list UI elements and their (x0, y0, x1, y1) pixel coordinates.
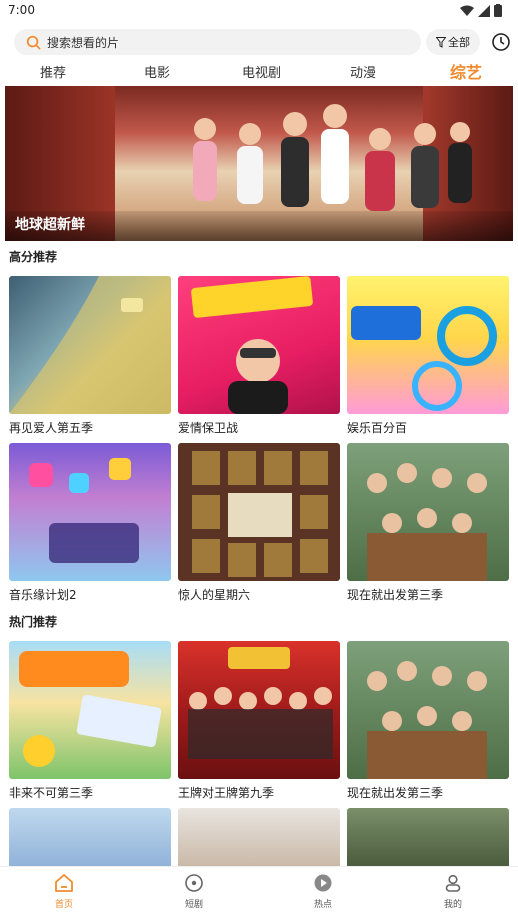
tab-movie[interactable]: 电影 (144, 62, 170, 81)
video-card-partial[interactable] (347, 808, 509, 868)
nav-profile-label: 我的 (443, 900, 462, 910)
status-bar: 7:00 (0, 0, 518, 24)
video-card[interactable]: 王牌对王牌第九季 (178, 641, 340, 801)
wifi-icon (460, 5, 474, 16)
nav-home[interactable]: 首页 (34, 873, 94, 910)
bottom-navigation: 首页 短剧 热点 我的 (0, 866, 518, 921)
video-title: 爱情保卫战 (178, 421, 239, 435)
profile-icon (445, 874, 461, 892)
video-card[interactable]: 再见爱人第五季 (9, 276, 171, 436)
video-poster (347, 641, 509, 779)
video-title: 惊人的星期六 (178, 588, 251, 602)
video-poster (9, 641, 171, 779)
hero-banner[interactable]: 地球超新鲜 (5, 86, 513, 241)
category-tabs: 推荐 电影 电视剧 动漫 综艺 (0, 58, 518, 84)
short-drama-icon (185, 874, 203, 892)
video-poster (178, 641, 340, 779)
video-card-partial[interactable] (9, 808, 171, 868)
video-card[interactable]: 音乐缘计划2 (9, 443, 171, 603)
nav-short-drama[interactable]: 短剧 (164, 873, 224, 910)
video-card[interactable]: 现在就出发第三季 (347, 641, 509, 801)
nav-profile[interactable]: 我的 (423, 873, 483, 910)
video-title: 再见爱人第五季 (9, 421, 94, 435)
video-title: 音乐缘计划2 (9, 588, 77, 602)
hot-play-icon (314, 874, 332, 892)
video-poster (9, 276, 171, 414)
search-row: 搜索想看的片 全部 (0, 28, 518, 56)
filter-all-button[interactable]: 全部 (426, 29, 480, 55)
battery-icon (494, 4, 502, 17)
video-title: 现在就出发第三季 (347, 588, 444, 602)
video-title: 非来不可第三季 (9, 786, 94, 800)
video-title: 王牌对王牌第九季 (178, 786, 275, 800)
tab-recommend[interactable]: 推荐 (40, 62, 66, 81)
video-card[interactable]: 现在就出发第三季 (347, 443, 509, 603)
nav-home-label: 首页 (54, 900, 73, 910)
filter-all-label: 全部 (448, 36, 470, 49)
home-icon (55, 874, 73, 892)
video-poster (178, 443, 340, 581)
video-card[interactable]: 娱乐百分百 (347, 276, 509, 436)
search-icon (26, 35, 41, 50)
nav-short-drama-label: 短剧 (184, 900, 203, 910)
video-title: 娱乐百分百 (347, 421, 408, 435)
section-title-high-score: 高分推荐 (9, 250, 58, 264)
history-clock-icon[interactable] (490, 31, 512, 53)
tab-anime[interactable]: 动漫 (350, 62, 376, 81)
signal-icon (478, 4, 490, 17)
search-placeholder: 搜索想看的片 (47, 35, 120, 50)
video-title: 现在就出发第三季 (347, 786, 444, 800)
section-title-hot: 热门推荐 (9, 615, 58, 629)
video-card[interactable]: 爱情保卫战 (178, 276, 340, 436)
video-card-partial[interactable] (178, 808, 340, 868)
filter-icon (436, 36, 446, 48)
video-card[interactable]: 惊人的星期六 (178, 443, 340, 603)
video-poster (178, 276, 340, 414)
search-input[interactable]: 搜索想看的片 (14, 29, 421, 55)
video-card[interactable]: 非来不可第三季 (9, 641, 171, 801)
video-poster (9, 443, 171, 581)
tab-tv-series[interactable]: 电视剧 (242, 62, 281, 81)
video-poster (347, 443, 509, 581)
nav-hot[interactable]: 热点 (293, 873, 353, 910)
status-icons (460, 4, 502, 17)
tab-variety[interactable]: 综艺 (450, 59, 482, 83)
video-poster (347, 276, 509, 414)
status-time: 7:00 (8, 3, 35, 17)
banner-title: 地球超新鲜 (15, 217, 85, 233)
nav-hot-label: 热点 (313, 900, 332, 910)
